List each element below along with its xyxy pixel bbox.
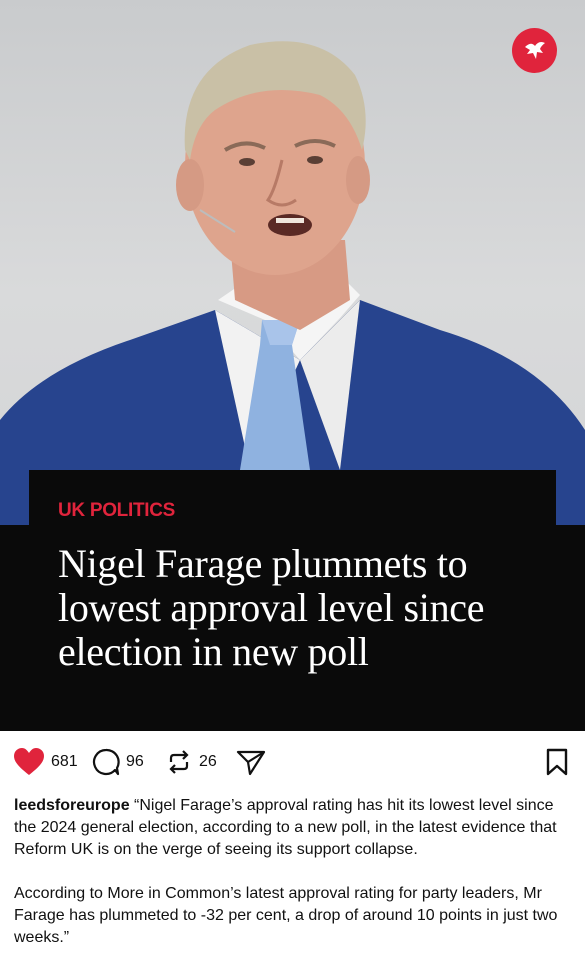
like-count: 681 <box>51 753 78 770</box>
comment-icon <box>92 748 120 776</box>
action-bar: 681 96 26 <box>0 740 585 784</box>
heart-icon <box>14 748 44 775</box>
caption-paragraph-1: leedsforeurope “Nigel Farage’s approval … <box>14 795 576 861</box>
publisher-logo <box>512 28 557 73</box>
save-button[interactable] <box>545 740 569 784</box>
repost-count: 26 <box>199 753 217 770</box>
send-icon <box>236 750 266 776</box>
article-headline: Nigel Farage plummets to lowest approval… <box>58 541 485 674</box>
headline-panel: UK POLITICS Nigel Farage plummets to low… <box>0 470 585 731</box>
bookmark-icon <box>546 748 568 776</box>
eagle-icon <box>524 41 545 59</box>
repost-button[interactable]: 26 <box>165 740 217 784</box>
like-button[interactable]: 681 <box>13 740 78 784</box>
section-tag: UK POLITICS <box>58 500 176 521</box>
speaker-photo <box>0 41 585 530</box>
post-caption: leedsforeurope “Nigel Farage’s approval … <box>14 795 576 949</box>
post-image[interactable]: UK POLITICS Nigel Farage plummets to low… <box>0 0 585 731</box>
comment-count: 96 <box>126 753 144 770</box>
repost-icon <box>169 750 189 774</box>
comment-button[interactable]: 96 <box>92 740 144 784</box>
caption-username[interactable]: leedsforeurope <box>14 797 130 814</box>
caption-paragraph-2: According to More in Common’s latest app… <box>14 885 558 946</box>
share-button[interactable] <box>236 740 266 784</box>
